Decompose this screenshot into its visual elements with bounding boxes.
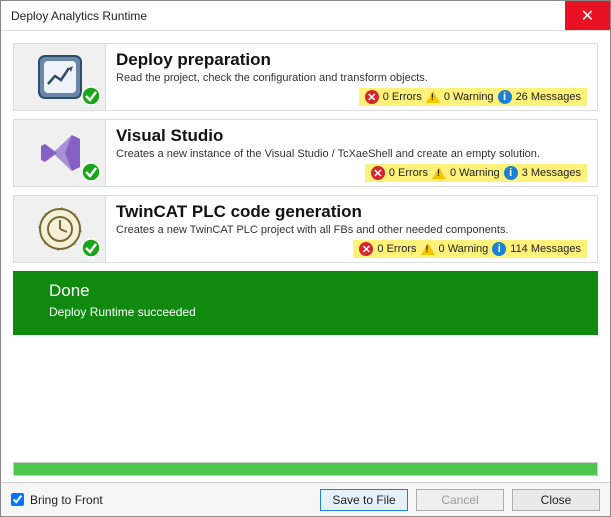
visual-studio-icon	[35, 128, 85, 178]
step-body: Visual Studio Creates a new instance of …	[106, 120, 597, 186]
main-content: Deploy preparation Read the project, che…	[1, 31, 610, 462]
step-title: Deploy preparation	[116, 50, 587, 70]
cancel-button: Cancel	[416, 489, 504, 511]
step-icon-cell	[14, 120, 106, 186]
step-body: Deploy preparation Read the project, che…	[106, 44, 597, 110]
title-bar: Deploy Analytics Runtime ✕	[1, 1, 610, 31]
done-subtitle: Deploy Runtime succeeded	[49, 305, 588, 319]
success-check-icon	[81, 162, 101, 182]
errors-count: 0 Errors	[383, 91, 422, 103]
warning-icon	[432, 167, 446, 179]
warnings-count: 0 Warning	[444, 91, 494, 103]
footer: Bring to Front Save to File Cancel Close	[1, 482, 610, 516]
status-strip[interactable]: ✕ 0 Errors 0 Warning i 114 Messages	[353, 240, 587, 258]
error-icon: ✕	[365, 90, 379, 104]
progress-bar-wrap	[1, 462, 610, 482]
bring-to-front-checkbox[interactable]	[11, 493, 24, 506]
warning-icon	[421, 243, 435, 255]
window-title: Deploy Analytics Runtime	[11, 9, 565, 23]
step-twincat-plc: TwinCAT PLC code generation Creates a ne…	[13, 195, 598, 263]
window-close-button[interactable]: ✕	[565, 1, 610, 30]
info-icon: i	[498, 90, 512, 104]
info-icon: i	[492, 242, 506, 256]
done-title: Done	[49, 281, 588, 301]
step-title: TwinCAT PLC code generation	[116, 202, 587, 222]
messages-count: 114 Messages	[510, 243, 581, 255]
errors-count: 0 Errors	[389, 167, 428, 179]
step-description: Creates a new instance of the Visual Stu…	[116, 148, 587, 160]
done-panel: Done Deploy Runtime succeeded	[13, 271, 598, 335]
info-icon: i	[504, 166, 518, 180]
status-strip[interactable]: ✕ 0 Errors 0 Warning i 3 Messages	[365, 164, 587, 182]
messages-count: 3 Messages	[522, 167, 581, 179]
step-icon-cell	[14, 44, 106, 110]
step-body: TwinCAT PLC code generation Creates a ne…	[106, 196, 597, 262]
errors-count: 0 Errors	[377, 243, 416, 255]
warnings-count: 0 Warning	[439, 243, 489, 255]
error-icon: ✕	[359, 242, 373, 256]
step-icon-cell	[14, 196, 106, 262]
warning-icon	[426, 91, 440, 103]
step-deploy-preparation: Deploy preparation Read the project, che…	[13, 43, 598, 111]
close-icon: ✕	[581, 6, 594, 26]
bring-to-front-label[interactable]: Bring to Front	[30, 493, 103, 507]
warnings-count: 0 Warning	[450, 167, 500, 179]
chart-icon	[35, 52, 85, 102]
success-check-icon	[81, 238, 101, 258]
messages-count: 26 Messages	[516, 91, 581, 103]
step-visual-studio: Visual Studio Creates a new instance of …	[13, 119, 598, 187]
error-icon: ✕	[371, 166, 385, 180]
step-description: Creates a new TwinCAT PLC project with a…	[116, 224, 587, 236]
gear-clock-icon	[35, 204, 85, 254]
progress-bar	[13, 462, 598, 476]
status-strip[interactable]: ✕ 0 Errors 0 Warning i 26 Messages	[359, 88, 587, 106]
step-description: Read the project, check the configuratio…	[116, 72, 587, 84]
close-button[interactable]: Close	[512, 489, 600, 511]
save-to-file-button[interactable]: Save to File	[320, 489, 408, 511]
success-check-icon	[81, 86, 101, 106]
step-title: Visual Studio	[116, 126, 587, 146]
